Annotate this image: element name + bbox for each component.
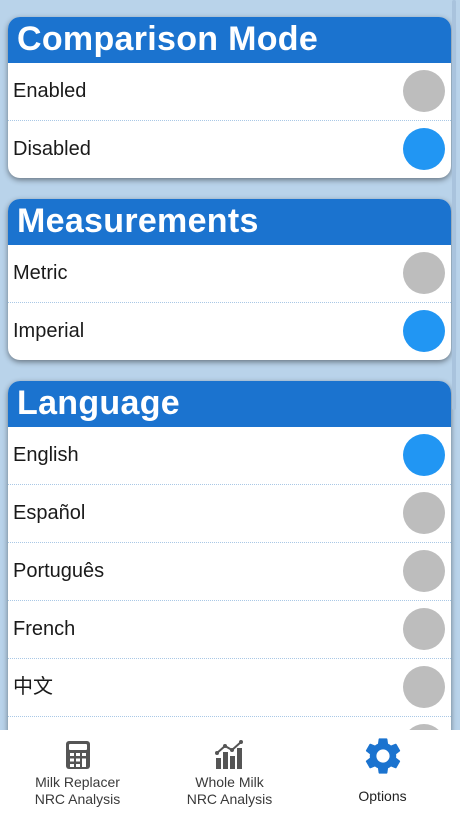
options-scroll-area[interactable]: Comparison Mode Enabled Disabled Measure…: [0, 0, 460, 730]
option-label: Português: [13, 560, 105, 582]
option-label: 中文: [13, 676, 53, 698]
option-label: Metric: [13, 262, 68, 284]
option-row-imperial[interactable]: Imperial: [8, 303, 451, 360]
bottom-nav: Milk Replacer NRC Analysis Whole Milk NR…: [0, 730, 460, 818]
measurements-card: Measurements Metric Imperial: [8, 199, 451, 360]
chart-icon: [214, 740, 243, 769]
language-title: Language: [8, 381, 451, 427]
nav-options[interactable]: Options: [335, 730, 430, 818]
calculator-icon: [65, 741, 90, 769]
comparison-mode-title: Comparison Mode: [8, 17, 451, 63]
radio-metric[interactable]: [403, 252, 445, 294]
nav-label-line1: Milk Replacer: [35, 774, 120, 790]
option-row-portugues[interactable]: Português: [8, 543, 451, 601]
option-label: Enabled: [13, 80, 87, 102]
option-label: Disabled: [13, 138, 91, 160]
comparison-mode-card: Comparison Mode Enabled Disabled: [8, 17, 451, 178]
option-label: Español: [13, 502, 86, 524]
option-row-chinese[interactable]: 中文: [8, 659, 451, 717]
measurements-title: Measurements: [8, 199, 451, 245]
nav-label-line1: Whole Milk: [195, 774, 264, 790]
nav-milk-replacer[interactable]: Milk Replacer NRC Analysis: [20, 730, 135, 818]
language-card: Language English Español Português Frenc…: [8, 381, 451, 730]
radio-english[interactable]: [403, 434, 445, 476]
option-row-partial[interactable]: [8, 717, 451, 730]
scrollbar[interactable]: [452, 0, 456, 410]
option-row-french[interactable]: French: [8, 601, 451, 659]
option-row-enabled[interactable]: Enabled: [8, 63, 451, 121]
nav-label-line2: NRC Analysis: [186, 791, 273, 807]
radio-imperial[interactable]: [403, 310, 445, 352]
radio-enabled[interactable]: [403, 70, 445, 112]
option-row-disabled[interactable]: Disabled: [8, 121, 451, 178]
nav-label-line2: NRC Analysis: [34, 791, 121, 807]
radio-espanol[interactable]: [403, 492, 445, 534]
option-label: Imperial: [13, 320, 85, 342]
radio-disabled[interactable]: [403, 128, 445, 170]
gear-icon: [365, 738, 400, 774]
option-row-espanol[interactable]: Español: [8, 485, 451, 543]
nav-whole-milk[interactable]: Whole Milk NRC Analysis: [172, 730, 287, 818]
option-label: French: [13, 618, 76, 640]
option-row-english[interactable]: English: [8, 427, 451, 485]
radio-chinese[interactable]: [403, 666, 445, 708]
radio-portugues[interactable]: [403, 550, 445, 592]
option-row-metric[interactable]: Metric: [8, 245, 451, 303]
radio-french[interactable]: [403, 608, 445, 650]
option-label: English: [13, 444, 79, 466]
nav-label: Options: [358, 788, 407, 804]
